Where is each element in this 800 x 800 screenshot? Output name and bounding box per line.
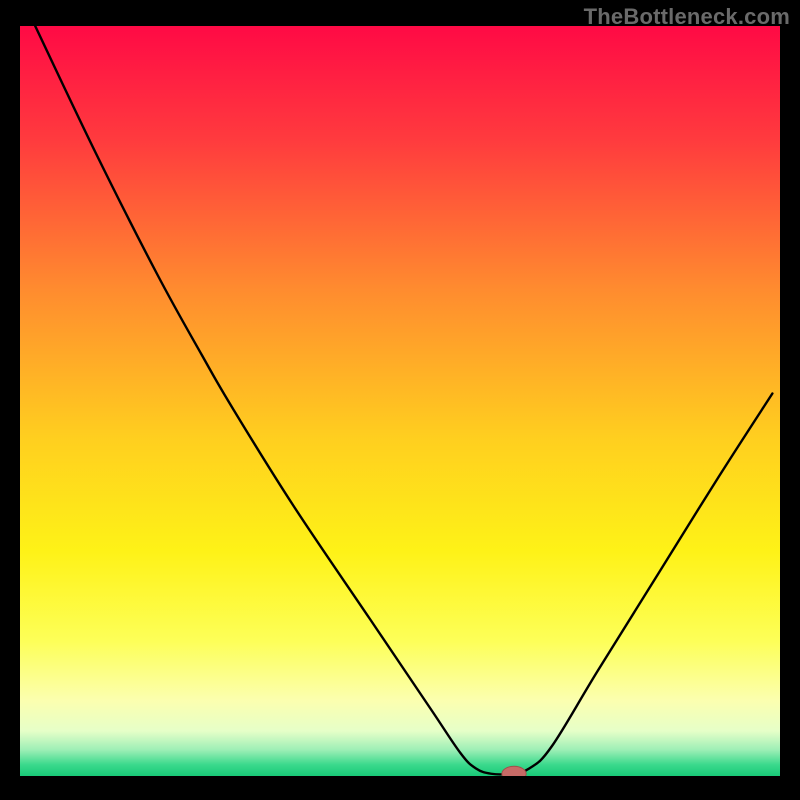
watermark-text: TheBottleneck.com [584, 4, 790, 30]
bottleneck-plot [20, 26, 780, 776]
plot-svg [20, 26, 780, 776]
chart-frame: TheBottleneck.com [0, 0, 800, 800]
